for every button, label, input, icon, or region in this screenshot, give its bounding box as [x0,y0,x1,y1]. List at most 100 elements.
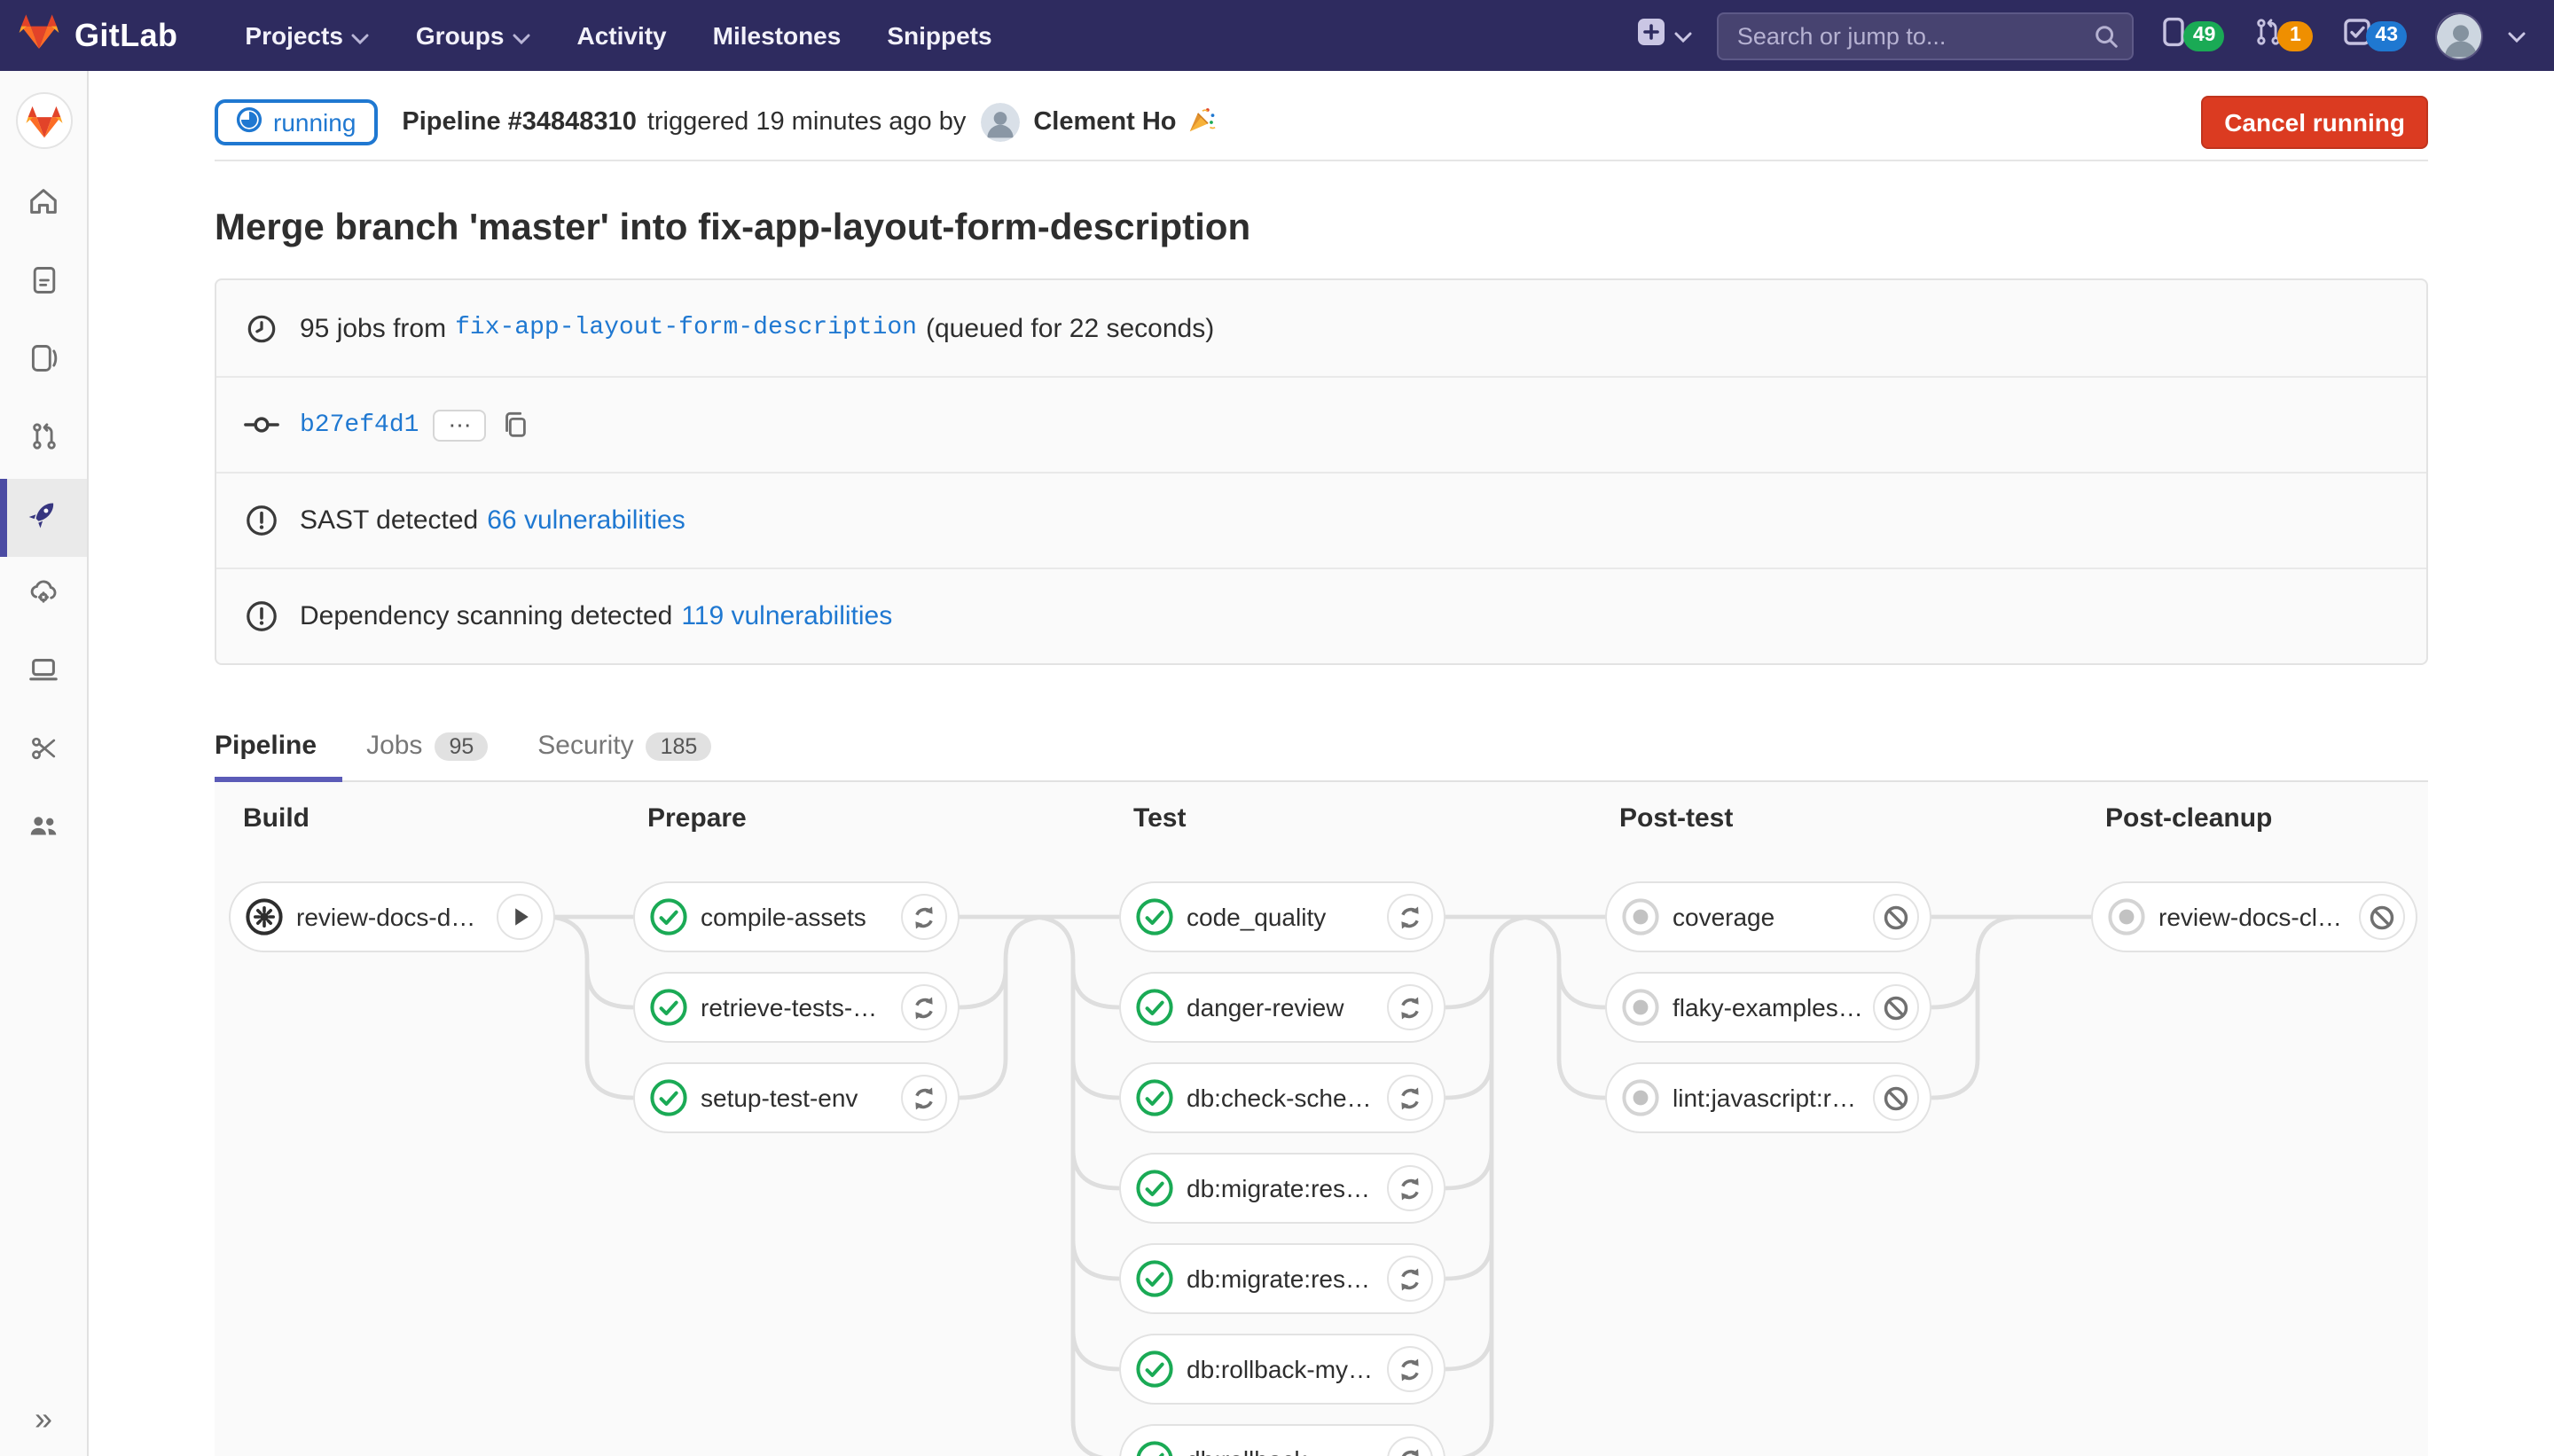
created-status-icon [1621,1078,1660,1117]
job-pill[interactable]: db:migrate:res… [1119,1153,1445,1224]
dependency-vulnerabilities-link[interactable]: 119 vulnerabilities [681,601,892,631]
search-box [1718,12,2135,59]
success-status-icon [1135,897,1174,936]
merge-request-icon [27,419,59,460]
gitlab-home-link[interactable]: GitLab [18,11,177,60]
commit-sha-link[interactable]: b27ef4d1 [300,411,419,439]
issues-counter-button[interactable]: 49 [2159,15,2229,56]
sidebar-item-issues[interactable] [0,323,87,401]
author-name[interactable]: Clement Ho [1033,108,1176,137]
sidebar-collapse-button[interactable]: » [0,1401,87,1438]
security-count-badge: 185 [646,732,712,760]
created-status-icon [1621,988,1660,1027]
cancel-running-button[interactable]: Cancel running [2201,96,2428,149]
sidebar-item-registry[interactable] [0,635,87,713]
job-pill[interactable]: danger-review [1119,972,1445,1043]
sast-vulnerabilities-link[interactable]: 66 vulnerabilities [487,505,685,536]
nav-item-milestones[interactable]: Milestones [695,11,859,60]
project-avatar[interactable] [15,92,72,149]
pipeline-tabs: Pipeline Jobs 95 Security 185 [215,711,2428,782]
tab-jobs[interactable]: Jobs 95 [341,711,513,780]
retry-button[interactable] [1387,1075,1433,1121]
sidebar-item-operations[interactable] [0,557,87,635]
plus-square-icon [1636,15,1668,56]
retry-button[interactable] [1387,1436,1433,1456]
job-pill[interactable]: review-docs-cl… [2091,881,2417,952]
retry-button[interactable] [901,1075,947,1121]
cancel-job-button[interactable] [2359,894,2405,940]
nav-item-groups[interactable]: Groups [398,11,549,60]
job-pill[interactable]: retrieve-tests-… [633,972,960,1043]
retry-button[interactable] [1387,1256,1433,1302]
retry-button[interactable] [1387,984,1433,1030]
expand-commit-button[interactable]: ⋯ [433,409,486,441]
tada-emoji-icon [1187,104,1218,141]
copy-commit-button[interactable] [500,410,530,440]
branch-link[interactable]: fix-app-layout-form-description [455,314,917,342]
job-label: retrieve-tests-… [701,993,894,1022]
job-label: review-docs-d… [296,903,490,931]
job-label: lint:javascript:r… [1673,1084,1866,1112]
laptop-icon [27,653,60,695]
sidebar-items [0,167,87,869]
success-status-icon [1135,988,1174,1027]
job-pill[interactable]: db:migrate:res… [1119,1243,1445,1314]
chevron-down-icon[interactable] [2508,20,2526,51]
commit-row: b27ef4d1 ⋯ [216,376,2426,472]
sidebar-item-repository[interactable] [0,245,87,323]
retry-button[interactable] [901,984,947,1030]
job-pill[interactable]: code_quality [1119,881,1445,952]
job-pill[interactable]: db:rollback-my… [1119,1334,1445,1405]
people-icon [27,809,60,851]
nav-item-snippets[interactable]: Snippets [869,11,1009,60]
sidebar-item-merge-requests[interactable] [0,401,87,479]
play-button[interactable] [497,894,543,940]
retry-button[interactable] [1387,1346,1433,1392]
nav-menu: Projects Groups Activity Milestones Snip… [227,11,1009,60]
navbar-right: 49 1 43 [1636,12,2526,59]
tab-pipeline[interactable]: Pipeline [215,711,341,780]
cancel-job-button[interactable] [1873,1075,1919,1121]
job-pill[interactable]: lint:javascript:r… [1605,1062,1931,1133]
tab-security[interactable]: Security 185 [513,711,736,780]
nav-item-projects[interactable]: Projects [227,11,388,60]
cancel-job-button[interactable] [1873,984,1919,1030]
stage-header-test: Test [1133,803,1186,834]
job-label: danger-review [1187,993,1380,1022]
new-menu-button[interactable] [1636,15,1693,56]
job-pill[interactable]: setup-test-env [633,1062,960,1133]
home-icon [27,184,60,227]
job-pill[interactable]: flaky-examples… [1605,972,1931,1043]
job-label: db:migrate:res… [1187,1264,1380,1293]
retry-button[interactable] [901,894,947,940]
commit-icon [241,406,280,443]
job-pill[interactable]: db:rollback-… [1119,1424,1445,1456]
job-pill[interactable]: coverage [1605,881,1931,952]
todos-counter-button[interactable]: 43 [2341,15,2410,56]
job-label: compile-assets [701,903,894,931]
job-label: db:migrate:res… [1187,1174,1380,1202]
success-status-icon [1135,1259,1174,1298]
user-avatar[interactable] [2435,12,2483,59]
job-label: db:rollback-my… [1187,1355,1380,1383]
success-status-icon [1135,1350,1174,1389]
sidebar-item-members[interactable] [0,791,87,869]
search-input[interactable] [1718,12,2135,59]
todos-count-badge: 43 [2366,20,2407,51]
job-pill[interactable]: review-docs-d… [229,881,555,952]
sidebar-item-ci-cd[interactable] [0,479,87,557]
retry-button[interactable] [1387,1165,1433,1211]
job-pill[interactable]: db:check-sche… [1119,1062,1445,1133]
retry-button[interactable] [1387,894,1433,940]
job-pill[interactable]: compile-assets [633,881,960,952]
brand-name: GitLab [74,17,177,54]
nav-item-activity[interactable]: Activity [559,11,684,60]
merge-requests-counter-button[interactable]: 1 [2252,15,2316,56]
running-spinner-icon [236,106,262,138]
sidebar-item-project-home[interactable] [0,167,87,245]
pipeline-meta-text: Pipeline #34848310 triggered 19 minutes … [402,103,1217,142]
stage-header-post-test: Post-test [1619,803,1733,834]
sidebar-item-snippets[interactable] [0,713,87,791]
cancel-job-button[interactable] [1873,894,1919,940]
author-avatar[interactable] [980,103,1019,142]
